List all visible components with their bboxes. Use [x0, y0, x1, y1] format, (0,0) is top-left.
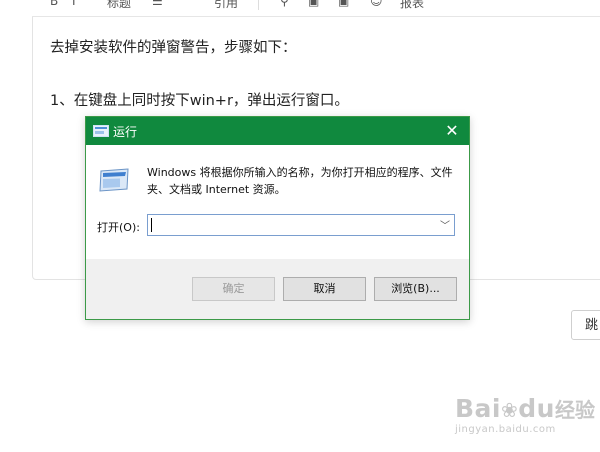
dialog-title: 运行	[113, 125, 138, 139]
toolbar-item-report[interactable]: 报表	[400, 0, 424, 11]
open-input[interactable]: ﹀	[147, 214, 455, 236]
dialog-description: Windows 将根据你所输入的名称，为你打开相应的程序、文件夹、文档或 Int…	[147, 166, 453, 196]
cancel-button[interactable]: 取消	[283, 277, 366, 301]
paw-icon: ❀	[501, 398, 519, 422]
dialog-body: Windows 将根据你所输入的名称，为你打开相应的程序、文件夹、文档或 Int…	[86, 145, 469, 259]
paragraph-step1: 1、在键盘上同时按下win+r，弹出运行窗口。	[50, 93, 349, 109]
watermark-url: jingyan.baidu.com	[455, 424, 556, 435]
paragraph-intro: 去掉安装软件的弹窗警告，步骤如下：	[50, 40, 297, 56]
link-icon[interactable]: ⚲	[280, 0, 289, 8]
toolbar-item-quote[interactable]: 引用	[214, 0, 238, 11]
browse-button[interactable]: 浏览(B)...	[374, 277, 457, 301]
bold-icon[interactable]: B	[50, 0, 58, 8]
video-icon[interactable]: ▣	[338, 0, 349, 8]
run-dialog: 运行 ✕ Windows 将根据你所输入的名称，为你打开相应的程序、文件夹、文档…	[85, 116, 470, 320]
close-icon[interactable]: ✕	[435, 117, 469, 145]
run-icon	[99, 168, 129, 192]
text-caret	[151, 218, 152, 232]
watermark-cn: 经验	[554, 398, 595, 422]
run-window-icon	[93, 125, 109, 137]
jump-button[interactable]: 跳	[571, 310, 600, 340]
watermark-logo: Bai❀du	[455, 394, 555, 423]
editor-toolbar: B I 标题 ☰ 引用 ⚲ ▣ ▣ ☺ 报表	[32, 0, 600, 17]
baidu-watermark: Bai❀du经验 jingyan.baidu.com	[455, 394, 595, 435]
image-icon[interactable]: ▣	[308, 0, 319, 8]
italic-icon[interactable]: I	[72, 0, 76, 8]
ok-button[interactable]: 确定	[192, 277, 275, 301]
toolbar-divider	[258, 0, 259, 10]
open-label: 打开(O):	[97, 221, 140, 234]
toolbar-item-heading[interactable]: 标题	[107, 0, 131, 11]
list-icon[interactable]: ☰	[152, 0, 163, 8]
user-icon[interactable]: ☺	[370, 0, 383, 8]
chevron-down-icon[interactable]: ﹀	[440, 217, 450, 232]
dialog-titlebar[interactable]: 运行 ✕	[86, 117, 469, 145]
